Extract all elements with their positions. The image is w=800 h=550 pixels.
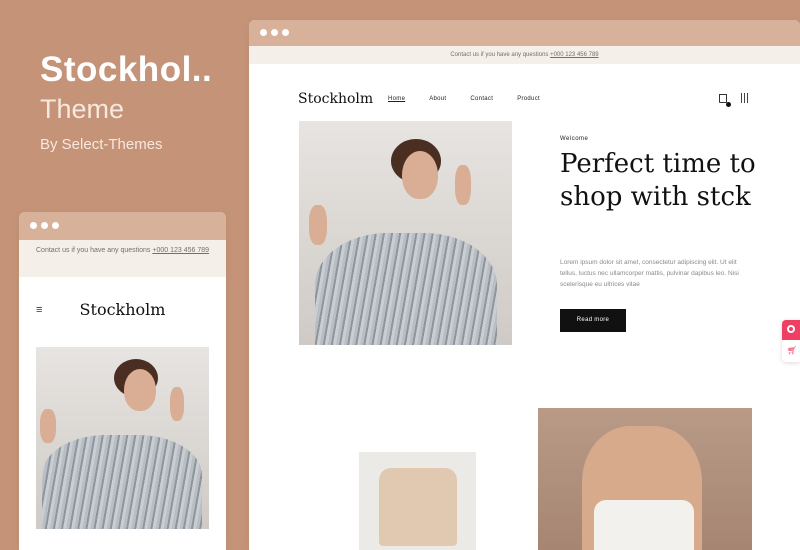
topbar-phone-link[interactable]: +000 123 456 789 <box>152 247 209 254</box>
main-nav: Home About Contact Product <box>388 84 540 114</box>
topbar-phone-link[interactable]: +000 123 456 789 <box>550 52 599 58</box>
cart-icon[interactable] <box>719 94 731 107</box>
read-more-button[interactable]: Read more <box>560 309 626 332</box>
product-image-jacket[interactable] <box>359 452 476 550</box>
desktop-topbar: Contact us if you have any questions +00… <box>249 46 800 64</box>
topbar-text: Contact us if you have any questions <box>450 52 551 58</box>
shopping-cart-icon[interactable]: 🛒︎ <box>787 345 797 357</box>
nav-item-product[interactable]: Product <box>517 84 540 114</box>
mobile-topbar: Contact us if you have any questions +00… <box>19 240 226 277</box>
hero-image <box>36 347 209 529</box>
hero-description: Lorem ipsum dolor sit amet, consectetur … <box>560 259 739 288</box>
side-widget[interactable]: 🛒︎ <box>782 320 800 362</box>
desktop-window-bar <box>249 20 800 46</box>
hero-image <box>299 121 512 345</box>
window-dot-icon <box>30 222 37 229</box>
promo-title: Stockhol.. <box>40 50 213 89</box>
promo-subtitle: Theme <box>40 94 125 124</box>
window-dot-icon <box>282 29 289 36</box>
mobile-window-bar <box>19 212 226 240</box>
mobile-browser-window: Contact us if you have any questions +00… <box>19 212 226 550</box>
window-dot-icon <box>41 222 48 229</box>
menu-bars-icon[interactable] <box>741 93 751 103</box>
window-dot-icon <box>52 222 59 229</box>
nav-item-home[interactable]: Home <box>388 84 405 114</box>
window-dots <box>260 29 289 36</box>
nav-item-about[interactable]: About <box>429 84 446 114</box>
hero-eyebrow: Welcome <box>560 136 589 142</box>
product-image-dress[interactable] <box>538 408 752 550</box>
topbar-text: Contact us if you have any questions <box>36 247 153 254</box>
nav-item-contact[interactable]: Contact <box>470 84 493 114</box>
promo-panel: Stockhol.. Theme By Select-Themes <box>40 50 213 154</box>
promo-byline: By Select-Themes <box>40 136 163 153</box>
window-dot-icon <box>260 29 267 36</box>
desktop-header: Stockholm Home About Contact Product <box>249 84 800 114</box>
window-dot-icon <box>271 29 278 36</box>
hero-heading: Perfect time to shop with stck <box>560 149 756 212</box>
desktop-browser-window: Contact us if you have any questions +00… <box>249 20 800 550</box>
help-ring-icon[interactable] <box>782 320 800 340</box>
window-dots <box>30 222 59 229</box>
site-logo[interactable]: Stockholm <box>298 84 373 114</box>
site-logo[interactable]: Stockholm <box>19 300 226 319</box>
